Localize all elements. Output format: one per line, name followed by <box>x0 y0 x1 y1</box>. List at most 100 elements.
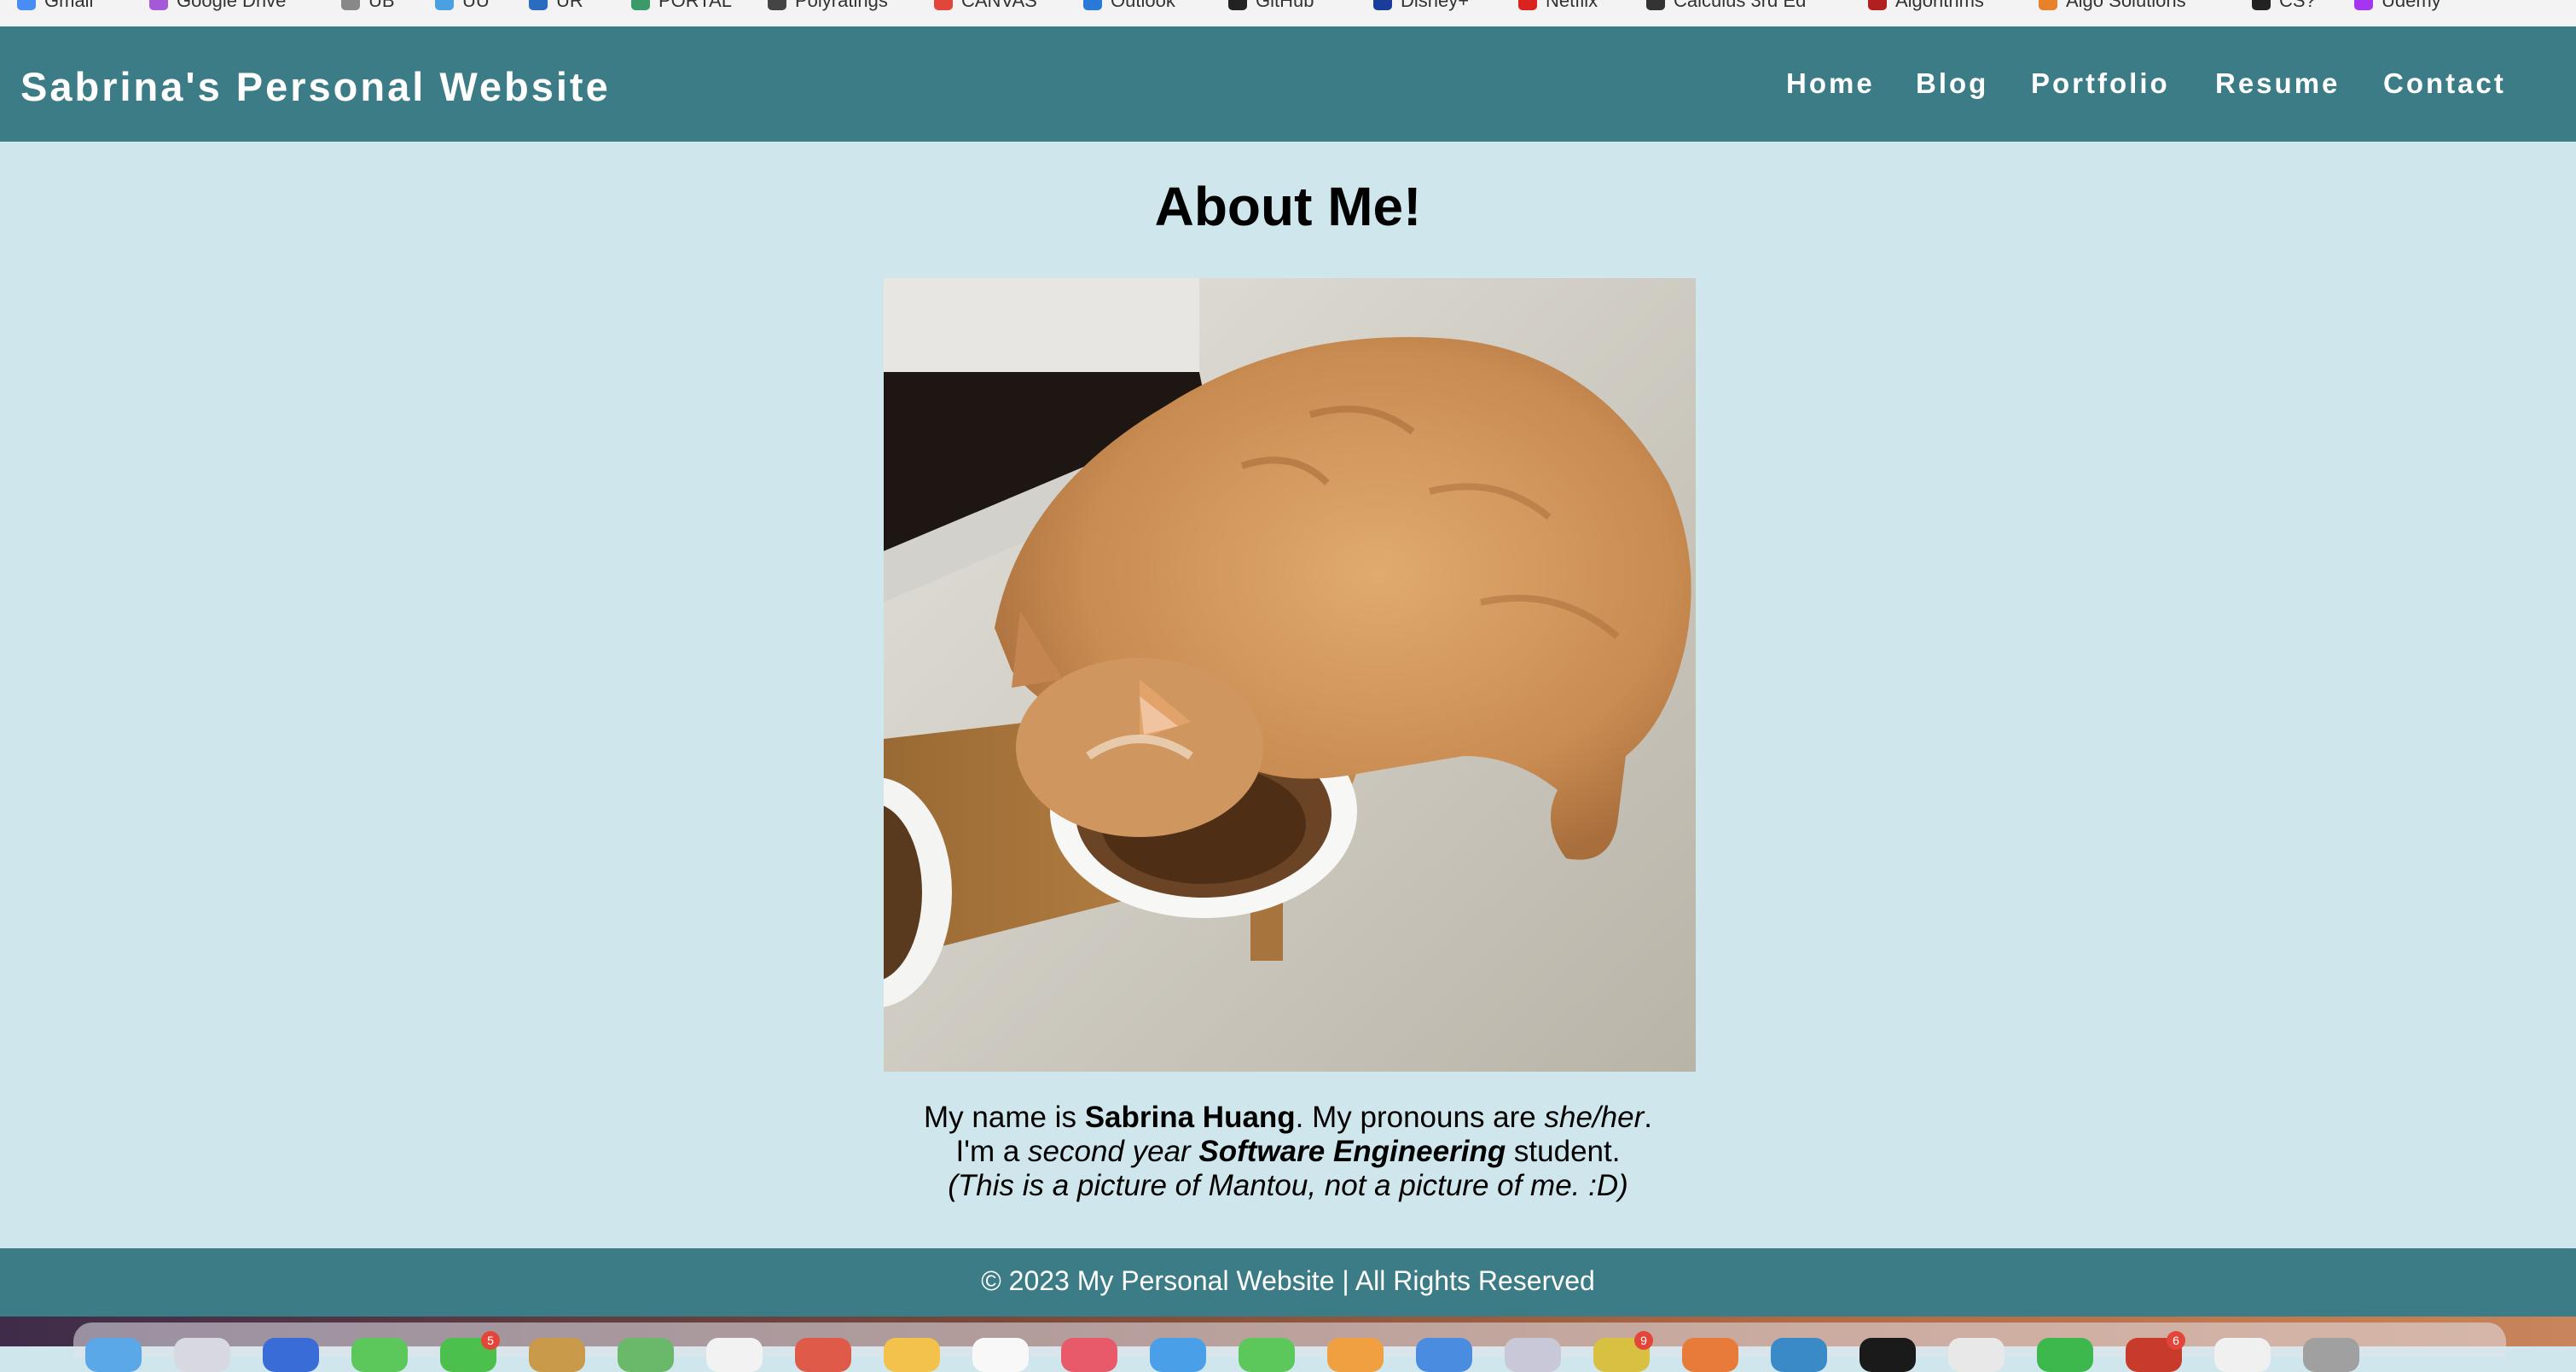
dock-app-icon[interactable] <box>1859 1338 1916 1372</box>
bio-space <box>1191 1135 1199 1168</box>
bookmark-netflix[interactable]: Netflix <box>1518 0 1598 14</box>
bio-text: My name is Sabrina Huang. My pronouns ar… <box>0 1101 2576 1203</box>
bio-line-2-end: student. <box>1506 1135 1621 1168</box>
shield-icon <box>341 0 360 10</box>
dock-app-icon[interactable] <box>2303 1338 2359 1372</box>
bookmark-gmail[interactable]: Gmail <box>17 0 93 14</box>
bookmark-label: Disney+ <box>1401 0 1470 11</box>
bio-line-1-end: . <box>1644 1101 1652 1134</box>
bookmark-ur[interactable]: UR <box>529 0 583 14</box>
bookmark-udemy[interactable]: Udemy <box>2354 0 2441 14</box>
site-header: Sabrina's Personal Website Home Blog Por… <box>0 26 2576 142</box>
bookmark-portal[interactable]: PORTAL <box>631 0 732 14</box>
cat-photo <box>884 278 1696 1072</box>
bookmark-label: PORTAL <box>659 0 732 11</box>
google-drive-icon <box>149 0 168 10</box>
dock-app-icon[interactable] <box>351 1338 408 1372</box>
dock-app-icon[interactable] <box>1771 1338 1827 1372</box>
bio-name: Sabrina Huang <box>1084 1101 1296 1134</box>
bookmark-label: Calculus 3rd Ed <box>1674 0 1807 11</box>
bookmark-label: Gmail <box>44 0 94 11</box>
notification-badge: 5 <box>481 1331 500 1350</box>
dock-app-icon[interactable] <box>1150 1338 1206 1372</box>
book-icon <box>1646 0 1665 10</box>
bio-intro: My name is <box>924 1101 1085 1134</box>
dock-app-icon[interactable] <box>972 1338 1029 1372</box>
bookmark-label: GitHub <box>1256 0 1314 11</box>
link-icon <box>529 0 548 10</box>
bookmark-cs-[interactable]: CS? <box>2252 0 2316 14</box>
bio-line-2: I'm a second year Software Engineering s… <box>0 1135 2576 1169</box>
bookmark-ub[interactable]: UB <box>341 0 395 14</box>
dock-app-icon[interactable] <box>1505 1338 1561 1372</box>
bookmark-label: CANVAS <box>961 0 1037 11</box>
bookmark-label: Udemy <box>2382 0 2441 11</box>
outlook-icon <box>1083 0 1102 10</box>
dock-app-icon[interactable] <box>1061 1338 1117 1372</box>
bio-line-3: (This is a picture of Mantou, not a pict… <box>0 1169 2576 1203</box>
bookmark-label: Algorithms <box>1895 0 1984 11</box>
dock-app-icon[interactable] <box>1416 1338 1472 1372</box>
nav-home-link[interactable]: Home <box>1786 67 1875 100</box>
bio-photo-note-end: :D) <box>1580 1169 1628 1202</box>
star-icon <box>768 0 786 10</box>
algorithms-icon <box>1868 0 1887 10</box>
dock-app-icon[interactable] <box>1327 1338 1384 1372</box>
page-title: About Me! <box>1154 176 1422 237</box>
bookmark-label: UB <box>368 0 395 11</box>
bookmark-label: CS? <box>2279 0 2316 11</box>
gmail-icon <box>17 0 36 10</box>
dock-app-icon[interactable] <box>706 1338 763 1372</box>
dock-app-icon[interactable] <box>174 1338 230 1372</box>
bio-year-intro: I'm a <box>955 1135 1029 1168</box>
bio-pronoun-intro: . My pronouns are <box>1295 1101 1545 1134</box>
dock-app-icon[interactable] <box>1948 1338 2005 1372</box>
bio-line-1: My name is Sabrina Huang. My pronouns ar… <box>0 1101 2576 1135</box>
bookmark-canvas[interactable]: CANVAS <box>934 0 1037 14</box>
dock-app-icon[interactable] <box>795 1338 851 1372</box>
netflix-icon <box>1518 0 1537 10</box>
dock-app-icon[interactable] <box>618 1338 674 1372</box>
bio-major: Software Engineering <box>1198 1135 1506 1168</box>
bio-photo-note: (This is a picture of Mantou, not a pict… <box>948 1169 1581 1202</box>
folder-icon <box>435 0 454 10</box>
shield-icon <box>631 0 650 10</box>
bookmark-algo-solutions[interactable]: Algo Solutions <box>2039 0 2186 14</box>
nav-portfolio-link[interactable]: Portfolio <box>2031 67 2170 100</box>
canvas-icon <box>934 0 953 10</box>
bookmark-uu[interactable]: UU <box>435 0 490 14</box>
dock-app-icon[interactable] <box>529 1338 585 1372</box>
bookmark-label: UR <box>556 0 583 11</box>
bookmark-label: Polyratings <box>795 0 888 11</box>
nav-resume-link[interactable]: Resume <box>2215 67 2340 100</box>
bookmark-label: Netflix <box>1546 0 1598 11</box>
dock-app-icon[interactable] <box>263 1338 319 1372</box>
bio-pronouns: she/her <box>1544 1101 1645 1134</box>
footer-copyright: © 2023 My Personal Website | All Rights … <box>981 1265 1595 1296</box>
bookmark-polyratings[interactable]: Polyratings <box>768 0 888 14</box>
dock-app-icon[interactable] <box>1682 1338 1738 1372</box>
bookmark-disney-[interactable]: Disney+ <box>1373 0 1469 14</box>
udemy-icon <box>2354 0 2373 10</box>
dock-app-icon[interactable] <box>2037 1338 2093 1372</box>
bookmark-github[interactable]: GitHub <box>1228 0 1314 14</box>
bio-year: second year <box>1028 1135 1191 1168</box>
bookmark-calculus-3rd-ed[interactable]: Calculus 3rd Ed <box>1646 0 1806 14</box>
dock-app-icon[interactable] <box>2214 1338 2271 1372</box>
nav-contact-link[interactable]: Contact <box>2383 67 2506 100</box>
notification-badge: 6 <box>2167 1331 2185 1350</box>
nav-blog-link[interactable]: Blog <box>1916 67 1988 100</box>
notification-badge: 9 <box>1634 1331 1653 1350</box>
bookmark-label: Outlook <box>1111 0 1175 11</box>
bookmark-outlook[interactable]: Outlook <box>1083 0 1175 14</box>
github-icon <box>1228 0 1247 10</box>
bookmark-algorithms[interactable]: Algorithms <box>1868 0 1984 14</box>
bookmark-label: UU <box>462 0 490 11</box>
dock-app-icon[interactable] <box>1239 1338 1295 1372</box>
disney-icon <box>1373 0 1392 10</box>
site-footer: © 2023 My Personal Website | All Rights … <box>0 1248 2576 1317</box>
dock-app-icon[interactable] <box>85 1338 142 1372</box>
bookmark-google-drive[interactable]: Google Drive <box>149 0 286 14</box>
bookmark-label: Algo Solutions <box>2066 0 2186 11</box>
dock-app-icon[interactable] <box>884 1338 940 1372</box>
